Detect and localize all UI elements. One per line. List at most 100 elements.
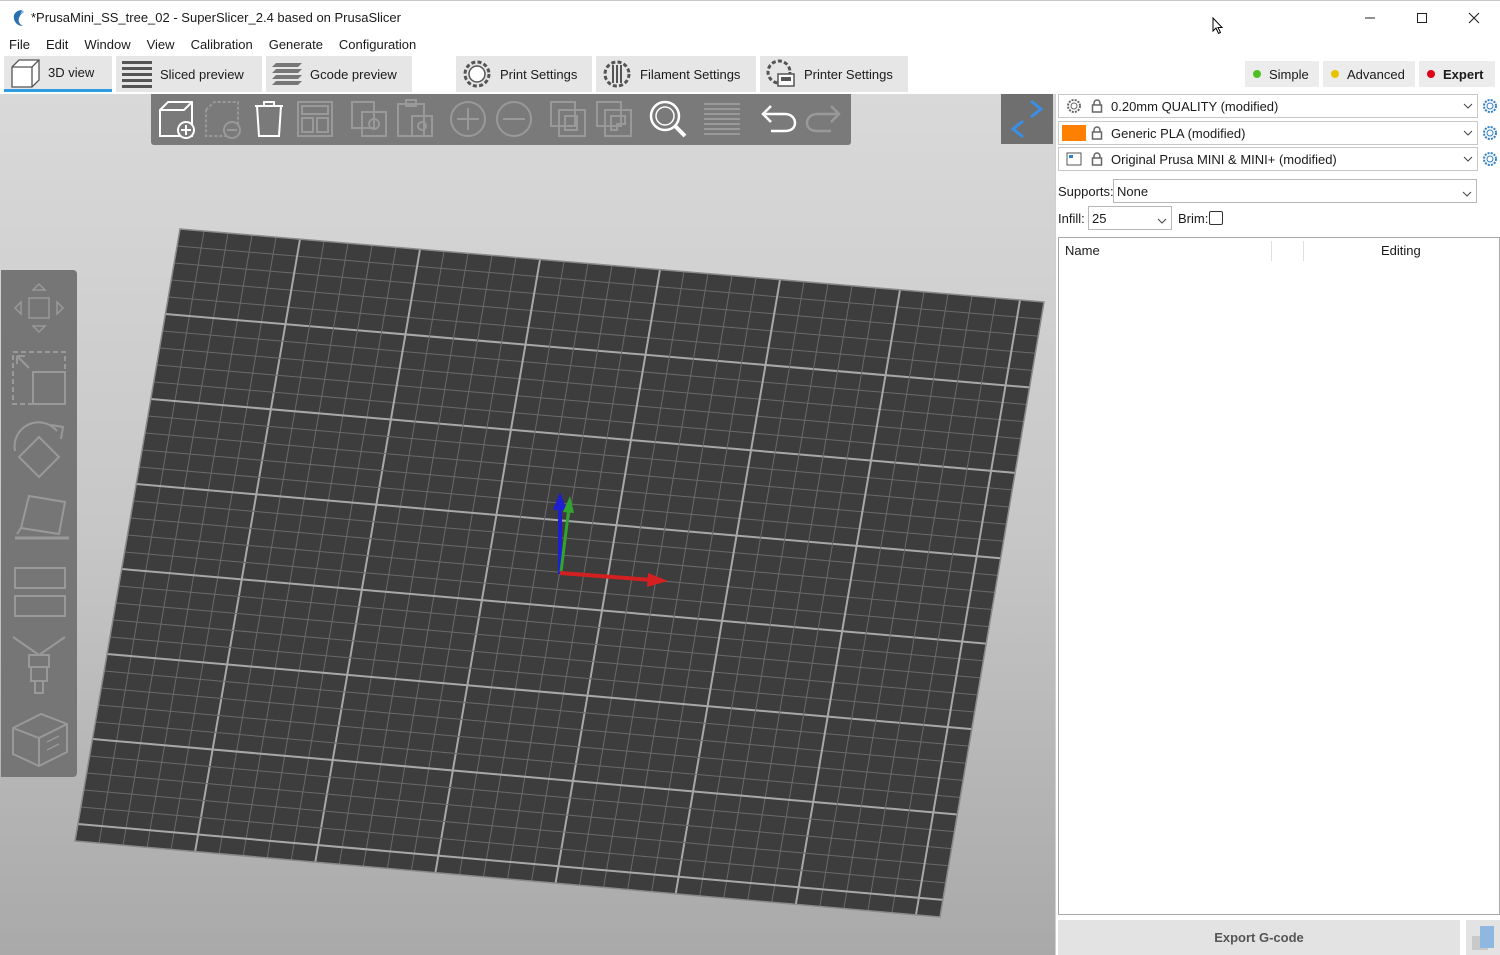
object-list-header: Name Editing — [1059, 238, 1499, 263]
printer-preset-value: Original Prusa MINI & MINI+ (modified) — [1111, 151, 1337, 167]
print-preset-combo[interactable]: 0.20mm QUALITY (modified) — [1058, 94, 1478, 118]
rotate-tool-button[interactable] — [5, 414, 73, 484]
cube-hatched-icon — [12, 712, 68, 768]
infill-combo[interactable]: 25 — [1088, 206, 1172, 230]
title-bar: *PrusaMini_SS_tree_02 - SuperSlicer_2.4 … — [0, 0, 1500, 35]
minimize-button[interactable] — [1344, 1, 1396, 35]
layers-icon — [120, 57, 154, 91]
delete-all-button[interactable] — [248, 98, 290, 140]
supports-combo[interactable]: None — [1113, 179, 1477, 203]
place-on-face-button[interactable] — [5, 486, 73, 554]
print-bed — [74, 228, 1045, 918]
tab-print-settings[interactable]: Print Settings — [456, 56, 592, 92]
tab-sliced-preview[interactable]: Sliced preview — [116, 56, 262, 92]
tab-printer-settings-label: Printer Settings — [804, 66, 893, 82]
tab-filament-settings[interactable]: Filament Settings — [596, 56, 756, 92]
copy-button[interactable] — [348, 98, 390, 140]
print-settings-gear-icon — [460, 57, 494, 91]
mode-simple-button[interactable]: Simple — [1245, 61, 1319, 87]
filament-preset-combo[interactable]: Generic PLA (modified) — [1058, 121, 1478, 145]
maximize-icon — [1417, 13, 1427, 23]
layer-editing-button[interactable] — [701, 98, 743, 140]
paste-button[interactable] — [394, 98, 436, 140]
chevron-down-icon — [1459, 103, 1477, 109]
remove-instance-button[interactable] — [493, 98, 535, 140]
mode-expert-button[interactable]: Expert — [1419, 61, 1495, 87]
move-icon — [13, 282, 65, 334]
filament-color-box — [1062, 125, 1086, 141]
paint-brush-icon — [12, 636, 66, 694]
undo-button[interactable] — [757, 98, 799, 140]
redo-button[interactable] — [803, 98, 845, 140]
arrange-button[interactable] — [294, 98, 336, 140]
printer-preset-edit-gear-icon[interactable] — [1481, 150, 1499, 168]
sla-hollow-button[interactable] — [5, 704, 73, 772]
menu-edit[interactable]: Edit — [38, 37, 76, 52]
cut-icon — [14, 567, 66, 617]
paint-supports-button[interactable] — [5, 630, 73, 700]
menu-generate[interactable]: Generate — [261, 37, 331, 52]
mode-expert-dot-icon — [1427, 70, 1435, 78]
brim-checkbox[interactable] — [1209, 211, 1223, 225]
delete-object-button[interactable] — [202, 98, 244, 140]
mode-simple-label: Simple — [1269, 66, 1309, 82]
tab-3d-view[interactable]: 3D view — [4, 56, 112, 92]
filament-preset-edit-gear-icon[interactable] — [1481, 124, 1499, 142]
undo-icon — [761, 105, 797, 133]
filament-color-swatch — [1059, 122, 1089, 144]
chevron-down-icon — [1462, 185, 1472, 200]
mode-advanced-dot-icon — [1331, 70, 1339, 78]
export-gcode-button[interactable]: Export G-code — [1058, 920, 1460, 955]
column-separator — [1271, 241, 1272, 261]
add-instance-button[interactable] — [447, 98, 489, 140]
move-tool-button[interactable] — [5, 274, 73, 342]
menu-view[interactable]: View — [139, 37, 183, 52]
split-objects-button[interactable] — [547, 98, 589, 140]
add-object-icon — [159, 101, 195, 139]
object-list[interactable]: Name Editing — [1058, 237, 1500, 915]
print-preset-edit-gear-icon[interactable] — [1481, 97, 1499, 115]
collapse-sidebar-button[interactable] — [1001, 94, 1053, 144]
tab-printer-settings[interactable]: Printer Settings — [760, 56, 908, 92]
paste-icon — [397, 99, 433, 137]
mode-advanced-button[interactable]: Advanced — [1323, 61, 1415, 87]
right-sidebar: 0.20mm QUALITY (modified) Generic PLA (m… — [1055, 94, 1500, 955]
tab-gcode-preview[interactable]: Gcode preview — [266, 56, 412, 92]
menu-calibration[interactable]: Calibration — [183, 37, 261, 52]
menu-file[interactable]: File — [1, 37, 38, 52]
minimize-icon — [1365, 17, 1375, 19]
add-object-button[interactable] — [156, 98, 198, 140]
infill-value: 25 — [1092, 210, 1107, 226]
menu-window[interactable]: Window — [76, 37, 138, 52]
search-button[interactable] — [647, 98, 689, 140]
column-editing-header[interactable]: Editing — [1381, 243, 1421, 258]
superslicer-logo-icon — [11, 9, 25, 27]
cut-tool-button[interactable] — [5, 556, 73, 628]
menu-configuration[interactable]: Configuration — [331, 37, 424, 52]
column-name-header[interactable]: Name — [1065, 243, 1100, 258]
mode-expert-label: Expert — [1443, 66, 1484, 82]
chevron-down-icon — [1459, 156, 1477, 162]
split-parts-icon — [596, 101, 632, 137]
mode-simple-dot-icon — [1253, 70, 1261, 78]
printer-preset-icon — [1059, 148, 1089, 170]
lock-icon — [1089, 122, 1105, 144]
gcode-layers-icon — [270, 57, 304, 91]
close-button[interactable] — [1448, 1, 1500, 35]
chevron-down-icon — [1459, 130, 1477, 136]
supports-label: Supports: — [1058, 184, 1114, 199]
printer-preset-combo[interactable]: Original Prusa MINI & MINI+ (modified) — [1058, 147, 1478, 171]
tab-sliced-preview-label: Sliced preview — [160, 66, 244, 82]
redo-icon — [805, 105, 841, 133]
split-parts-button[interactable] — [593, 98, 635, 140]
export-to-device-button[interactable] — [1466, 920, 1500, 955]
arrange-icon — [297, 101, 333, 137]
scale-icon — [12, 351, 66, 405]
close-icon — [1468, 12, 1480, 24]
cube-icon — [8, 56, 42, 90]
maximize-button[interactable] — [1396, 1, 1448, 35]
delete-object-icon — [205, 101, 241, 139]
3d-canvas[interactable] — [0, 94, 1055, 955]
layer-editing-icon — [704, 103, 740, 135]
scale-tool-button[interactable] — [5, 344, 73, 412]
